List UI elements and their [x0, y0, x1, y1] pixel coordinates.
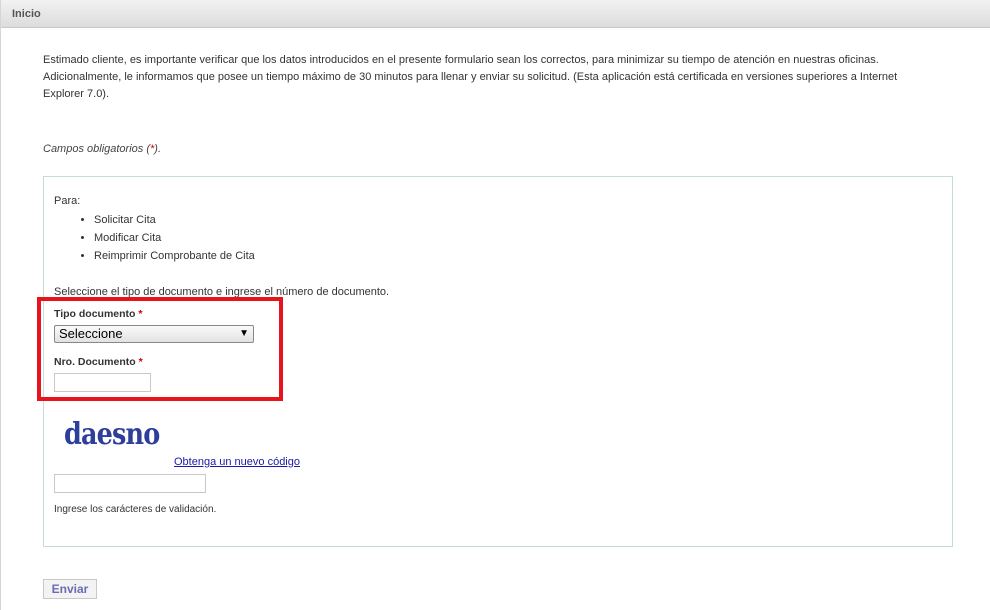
header-bar: Inicio — [1, 0, 990, 28]
required-note-prefix: Campos obligatorios ( — [43, 143, 150, 155]
captcha-help-text: Ingrese los carácteres de validación. — [54, 504, 217, 515]
page: Inicio Estimado cliente, es importante v… — [0, 0, 990, 610]
para-label: Para: — [54, 195, 81, 207]
list-item: Modificar Cita — [94, 229, 255, 247]
intro-text: Estimado cliente, es importante verifica… — [43, 54, 898, 100]
page-title: Inicio — [12, 8, 41, 20]
new-captcha-link[interactable]: Obtenga un nuevo código — [174, 456, 300, 468]
required-note-suffix: ). — [154, 143, 162, 155]
captcha-image: daesno — [64, 417, 160, 452]
list-item: Reimprimir Comprobante de Cita — [94, 247, 255, 265]
captcha-input[interactable] — [54, 474, 206, 493]
options-list: Solicitar Cita Modificar Cita Reimprimir… — [54, 211, 255, 265]
required-fields-note: Campos obligatorios (*). — [43, 143, 161, 155]
list-item: Solicitar Cita — [94, 211, 255, 229]
submit-button[interactable]: Enviar — [43, 579, 97, 599]
highlight-annotation — [37, 297, 283, 401]
